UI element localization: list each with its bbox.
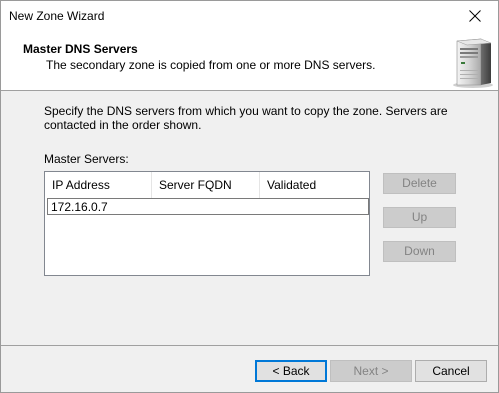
- instructions-text: Specify the DNS servers from which you w…: [44, 104, 448, 132]
- up-button[interactable]: Up: [383, 207, 456, 228]
- master-servers-list[interactable]: IP Address Server FQDN Validated: [44, 171, 370, 276]
- page-title: Master DNS Servers: [23, 42, 138, 56]
- close-icon: [469, 10, 481, 22]
- ip-address-input[interactable]: [47, 198, 369, 215]
- cancel-button[interactable]: Cancel: [415, 360, 487, 382]
- title-bar[interactable]: New Zone Wizard: [1, 1, 498, 31]
- close-button[interactable]: [452, 1, 498, 31]
- column-header-validated[interactable]: Validated: [260, 172, 369, 198]
- wizard-header: Master DNS Servers The secondary zone is…: [1, 31, 498, 91]
- footer-divider: [1, 345, 498, 346]
- column-header-server-fqdn[interactable]: Server FQDN: [152, 172, 260, 198]
- window-title: New Zone Wizard: [9, 9, 105, 23]
- down-button[interactable]: Down: [383, 241, 456, 262]
- column-header-ip-address[interactable]: IP Address: [45, 172, 152, 198]
- server-icon: [453, 38, 493, 88]
- back-button[interactable]: < Back: [255, 360, 327, 382]
- page-subtitle: The secondary zone is copied from one or…: [46, 58, 376, 72]
- delete-button[interactable]: Delete: [383, 173, 456, 194]
- next-button[interactable]: Next >: [330, 360, 412, 382]
- master-servers-label: Master Servers:: [44, 152, 129, 166]
- new-zone-wizard-window: New Zone Wizard Master DNS Servers The s…: [0, 0, 499, 393]
